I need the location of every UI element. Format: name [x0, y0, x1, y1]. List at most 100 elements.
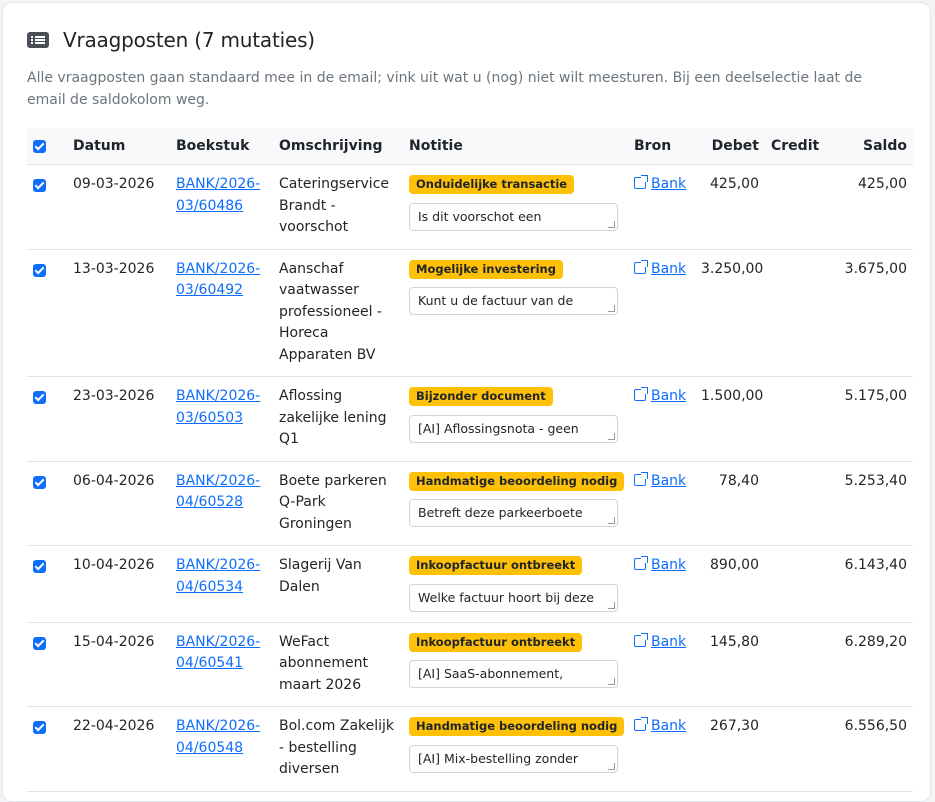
row-checkbox[interactable] [33, 391, 46, 404]
row-credit [765, 376, 825, 462]
intro-text: Alle vraagposten gaan standaard mee in d… [27, 70, 862, 108]
row-datum: 06-04-2026 [67, 461, 170, 546]
bron-label: Bank [651, 633, 687, 650]
notitie-textarea[interactable]: Is dit voorschot een [409, 202, 618, 231]
row-boekstuk-cell: BANK/2026- 04/60541 [170, 622, 273, 707]
status-badge: Onduidelijke transactie [409, 175, 575, 194]
row-select-cell [27, 622, 67, 707]
row-omschrijving: Bol.com Zakelijk - bestelling diversen [273, 706, 403, 792]
row-checkbox[interactable] [33, 263, 46, 277]
boekstuk-link[interactable]: BANK/2026- 04/60528 [176, 473, 260, 511]
row-datum: 10-04-2026 [67, 545, 170, 623]
boekstuk-link[interactable]: BANK/2026- 03/60486 [176, 176, 260, 214]
table-row: 09-03-2026 BANK/2026- 03/60486 Cateringse… [27, 164, 913, 250]
row-checkbox[interactable] [33, 475, 46, 489]
row-notitie-cell: Mogelijke investering Kunt u de factuur … [403, 249, 628, 377]
external-link-icon [634, 259, 648, 274]
vraagposten-card: Vraagposten (7 mutaties) Alle vraagposte… [2, 2, 931, 802]
status-badge: Inkoopfactuur ontbreekt [409, 556, 583, 575]
external-link-icon [634, 556, 648, 570]
row-select-cell [27, 249, 67, 377]
row-datum: 15-04-2026 [67, 622, 170, 707]
row-omschrijving: Slagerij Van Dalen [273, 545, 403, 623]
bron-link[interactable]: Bank [634, 632, 687, 650]
row-select-cell [27, 461, 67, 546]
notitie-textarea[interactable]: [AI] Mix-bestelling zonder [409, 744, 618, 773]
row-bron-cell: Bank [628, 249, 695, 377]
external-link-icon [634, 387, 648, 401]
row-notitie-cell: Inkoopfactuur ontbreekt Welke factuur ho… [403, 545, 628, 623]
table-row: 23-03-2026 BANK/2026- 03/60503 Aflossing … [27, 376, 913, 462]
row-checkbox[interactable] [33, 179, 46, 192]
row-checkbox[interactable] [33, 721, 46, 734]
row-saldo: 425,00 [825, 164, 913, 250]
external-link-icon [634, 471, 648, 486]
row-saldo: 6.556,50 [825, 706, 913, 792]
row-boekstuk-cell: BANK/2026- 03/60492 [170, 249, 273, 377]
row-credit [765, 461, 825, 546]
bron-link[interactable]: Bank [634, 471, 687, 489]
bron-link[interactable]: Bank [634, 175, 686, 192]
row-omschrijving: Aanschaf vaatwasser professioneel - Hore… [273, 249, 403, 377]
row-notitie-cell: Handmatige beoordeling nodig [AI] Mix-be… [403, 706, 628, 792]
row-boekstuk-cell: BANK/2026- 03/60503 [170, 376, 273, 462]
boekstuk-link[interactable]: BANK/2026- 03/60503 [176, 388, 260, 426]
list-icon [27, 32, 49, 48]
row-debet: 78,40 [695, 461, 765, 546]
bron-label: Bank [651, 388, 687, 404]
row-select-cell [27, 376, 67, 462]
bron-link[interactable]: Bank [634, 556, 687, 573]
notitie-textarea[interactable]: Kunt u de factuur van de [409, 287, 618, 315]
row-credit [765, 545, 825, 623]
card-title: Vraagposten (7 mutaties) [63, 28, 315, 52]
bron-link[interactable]: Bank [634, 387, 687, 404]
row-omschrijving: Boete parkeren Q-Park Groningen [273, 461, 403, 546]
bron-label: Bank [651, 557, 687, 573]
bron-label: Bank [651, 718, 687, 734]
row-notitie-cell: Onduidelijke transactie Is dit voorschot… [403, 164, 628, 250]
vraagposten-table: Datum Boekstuk Omschrijving Notitie Bron… [27, 128, 913, 792]
boekstuk-link[interactable]: BANK/2026- 03/60492 [176, 261, 260, 299]
row-debet: 145,80 [695, 622, 765, 707]
notitie-textarea[interactable]: Welke factuur hoort bij deze [409, 583, 618, 612]
row-datum: 13-03-2026 [67, 249, 170, 377]
boekstuk-link[interactable]: BANK/2026- 04/60541 [176, 634, 260, 672]
select-all-checkbox[interactable] [33, 139, 46, 153]
row-omschrijving: WeFact abonnement maart 2026 [273, 622, 403, 707]
row-checkbox[interactable] [33, 636, 46, 650]
row-omschrijving: Cateringservice Brandt - voorschot [273, 164, 403, 250]
row-boekstuk-cell: BANK/2026- 04/60548 [170, 706, 273, 792]
row-debet: 425,00 [695, 164, 765, 250]
col-omschrijving: Omschrijving [273, 128, 403, 165]
status-badge: Inkoopfactuur ontbreekt [409, 632, 583, 652]
row-select-cell [27, 545, 67, 623]
row-bron-cell: Bank [628, 545, 695, 623]
row-bron-cell: Bank [628, 164, 695, 250]
col-credit: Credit [765, 128, 825, 165]
row-checkbox[interactable] [33, 560, 46, 573]
bron-link[interactable]: Bank [634, 717, 687, 734]
bron-link[interactable]: Bank [634, 259, 686, 277]
col-datum: Datum [67, 128, 170, 165]
row-saldo: 3.675,00 [825, 249, 913, 377]
row-credit [765, 249, 825, 377]
col-debet: Debet [695, 128, 765, 165]
row-bron-cell: Bank [628, 461, 695, 546]
notitie-textarea[interactable]: Betreft deze parkeerboete [409, 499, 618, 527]
boekstuk-link[interactable]: BANK/2026- 04/60548 [176, 718, 260, 756]
row-debet: 267,30 [695, 706, 765, 792]
boekstuk-link[interactable]: BANK/2026- 04/60534 [176, 557, 260, 595]
status-badge: Handmatige beoordeling nodig [409, 717, 625, 736]
external-link-icon [634, 175, 648, 189]
row-datum: 22-04-2026 [67, 706, 170, 792]
row-saldo: 6.143,40 [825, 545, 913, 623]
row-bron-cell: Bank [628, 622, 695, 707]
select-all-cell [27, 128, 67, 165]
notitie-textarea[interactable]: [AI] SaaS-abonnement, [409, 660, 618, 688]
status-badge: Handmatige beoordeling nodig [409, 471, 625, 491]
bron-label: Bank [651, 472, 687, 489]
notitie-textarea[interactable]: [AI] Aflossingsnota - geen [409, 414, 618, 443]
row-credit [765, 622, 825, 707]
row-bron-cell: Bank [628, 706, 695, 792]
row-saldo: 5.175,00 [825, 376, 913, 462]
